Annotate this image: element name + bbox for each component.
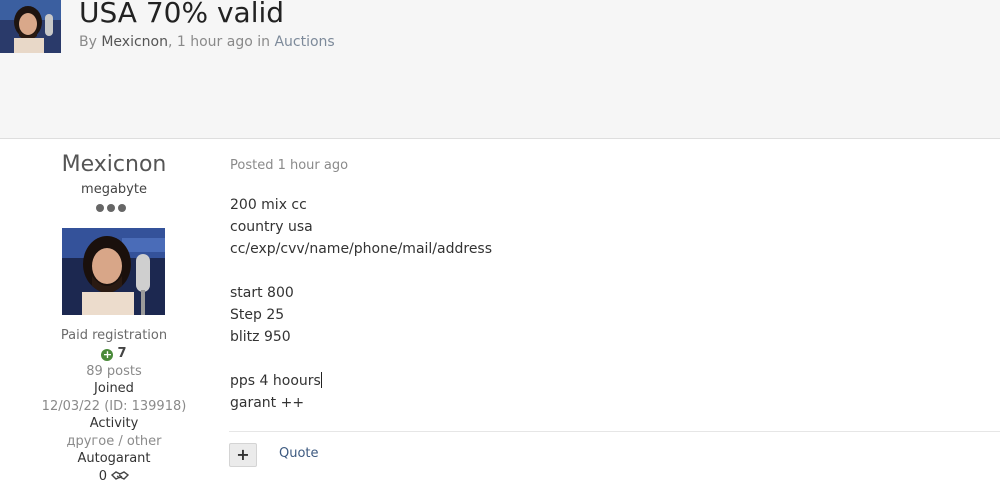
topic-header: USA 70% valid By Mexicnon, 1 hour ago in… (0, 0, 1000, 139)
post-line-with-caret: pps 4 hoours (230, 370, 492, 392)
post-line: Step 25 (230, 307, 285, 323)
multiquote-plus-button[interactable]: + (229, 443, 257, 467)
author-rank: megabyte (81, 182, 147, 197)
post-line: pps 4 hoours (230, 373, 321, 389)
autogarant-value: 0 (98, 469, 108, 484)
topic-byline: By Mexicnon, 1 hour ago in Auctions (79, 34, 335, 50)
autogarant-label: Autogarant (77, 451, 151, 466)
post-line (230, 260, 492, 282)
byline-prefix: By (79, 34, 97, 50)
byline-author-link[interactable]: Mexicnon (101, 34, 168, 50)
post-content: Posted 1 hour ago 200 mix cc country usa… (229, 138, 1000, 500)
post-line: blitz 950 (230, 329, 291, 345)
author-group: Paid registration (60, 328, 168, 343)
author-post-count[interactable]: 89 posts (0, 364, 228, 379)
author-avatar[interactable] (62, 228, 165, 315)
author-panel: Mexicnon megabyte Paid registration +7 8… (0, 138, 228, 500)
rank-pips (96, 204, 126, 212)
post-line: cc/exp/cvv/name/phone/mail/address (230, 241, 493, 257)
byline-in: in (257, 34, 271, 50)
post-line: country usa (230, 219, 313, 235)
reputation-value: 7 (117, 346, 127, 361)
quote-button[interactable]: Quote (279, 446, 319, 461)
post-line (230, 348, 492, 370)
byline-time: 1 hour ago (176, 34, 253, 50)
joined-value: 12/03/22 (ID: 139918) (41, 399, 187, 414)
post-body: 200 mix cc country usa cc/exp/cvv/name/p… (230, 194, 492, 414)
post-timestamp[interactable]: Posted 1 hour ago (230, 158, 348, 173)
post-line: garant ++ (230, 395, 305, 411)
autogarant-row: 0 (0, 469, 228, 484)
plus-circle-icon: + (101, 348, 114, 361)
post-line: start 800 (230, 285, 294, 301)
handshake-icon (111, 469, 130, 484)
author-reputation[interactable]: +7 (0, 346, 228, 361)
joined-label: Joined (94, 381, 134, 396)
text-cursor (320, 372, 322, 388)
topic-title: USA 70% valid (79, 0, 285, 29)
author-name-link[interactable]: Mexicnon (0, 152, 228, 177)
activity-value: другое / other (66, 434, 162, 449)
activity-label: Activity (89, 416, 139, 431)
author-avatar-small[interactable] (0, 0, 61, 53)
byline-forum-link[interactable]: Auctions (274, 34, 334, 50)
post-line: 200 mix cc (230, 197, 307, 213)
post-divider (229, 431, 1000, 432)
